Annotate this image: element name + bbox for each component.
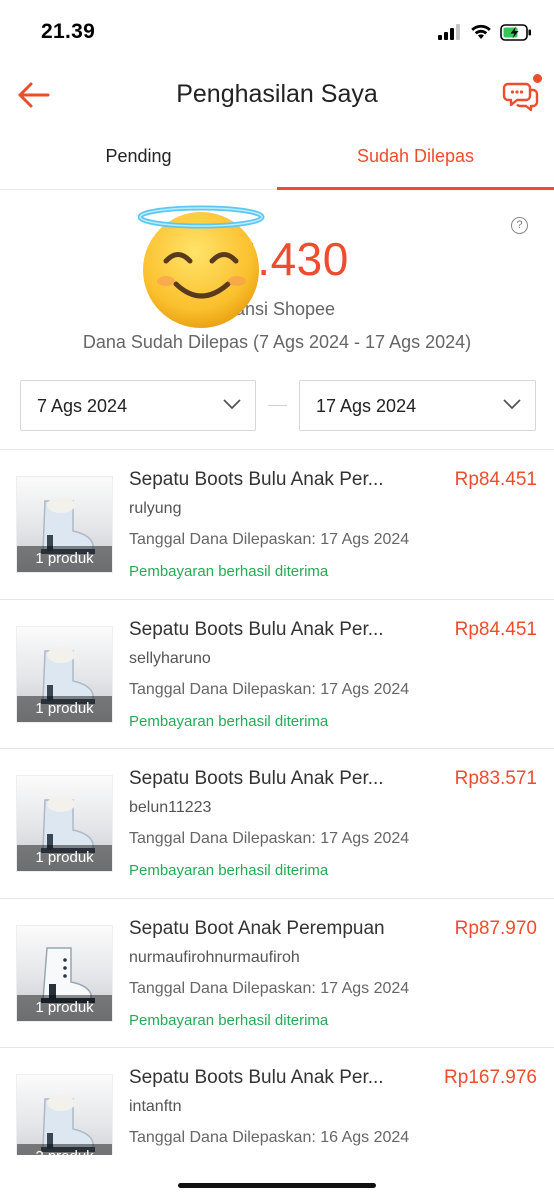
smiling-face-with-halo-emoji	[138, 205, 265, 328]
page-title: Penghasilan Saya	[176, 80, 378, 108]
product-thumbnail: 1 produk	[16, 625, 113, 723]
transaction-amount: Rp167.976	[444, 1067, 537, 1088]
product-thumbnail: 1 produk	[16, 924, 113, 1022]
battery-charging-icon	[500, 23, 531, 41]
payment-status: Pembayaran berhasil diterima	[129, 712, 329, 730]
wifi-icon	[471, 24, 491, 39]
start-date-select[interactable]: 7 Ags 2024	[20, 380, 256, 431]
home-indicator[interactable]	[178, 1183, 376, 1188]
end-date-select[interactable]: 17 Ags 2024	[299, 380, 536, 431]
release-date: Tanggal Dana Dilepaskan: 17 Ags 2024	[129, 531, 410, 548]
released-range-label: Dana Sudah Dilepas (7 Ags 2024 - 17 Ags …	[82, 332, 472, 352]
transaction-list: 1 produk Sepatu Boots Bulu Anak Per... R…	[0, 450, 554, 1198]
chevron-down-icon	[503, 399, 521, 410]
release-date: Tanggal Dana Dilepaskan: 17 Ags 2024	[129, 830, 410, 847]
product-title: Sepatu Boots Bulu Anak Per...	[129, 768, 384, 789]
product-title: Sepatu Boot Anak Perempuan	[129, 917, 385, 939]
transaction-amount: Rp83.571	[454, 768, 537, 789]
buyer-username: nurmaufirohnurmaufiroh	[129, 948, 300, 966]
transaction-row[interactable]: 1 produk Sepatu Boots Bulu Anak Per... R…	[0, 749, 554, 899]
start-date-value: 7 Ags 2024	[37, 396, 128, 416]
payment-status: Pembayaran berhasil diterima	[129, 862, 329, 879]
chat-button[interactable]	[500, 72, 544, 116]
tab-sudah-dilepas[interactable]: Sudah Dilepas	[277, 128, 554, 190]
transaction-amount: Rp84.451	[454, 618, 537, 640]
buyer-username: rulyung	[129, 500, 182, 517]
product-count: 1 produk	[17, 695, 112, 722]
bottom-safe-area	[0, 1155, 554, 1200]
product-thumbnail: 1 produk	[16, 775, 113, 872]
payment-status: Pembayaran berhasil diterima	[129, 1011, 329, 1029]
tab-bar: Pending Sudah Dilepas	[0, 128, 554, 190]
product-title: Sepatu Boots Bulu Anak Per...	[129, 618, 384, 640]
transaction-amount: Rp84.451	[454, 469, 537, 490]
payment-status: Pembayaran berhasil diterima	[129, 563, 329, 580]
status-bar: 21.39	[0, 0, 554, 62]
total-released-amount: 55.430	[205, 233, 349, 285]
date-range-separator	[268, 405, 287, 406]
tab-pending[interactable]: Pending	[0, 128, 277, 189]
transaction-amount: Rp87.970	[454, 917, 537, 939]
chevron-down-icon	[223, 399, 241, 410]
product-count: 1 produk	[17, 546, 112, 572]
release-date: Tanggal Dana Dilepaskan: 16 Ags 2024	[129, 1129, 410, 1146]
buyer-username: intanftn	[129, 1098, 182, 1115]
release-date: Tanggal Dana Dilepaskan: 17 Ags 2024	[129, 979, 410, 997]
status-time: 21.39	[41, 20, 96, 43]
buyer-username: belun11223	[129, 799, 212, 816]
release-date: Tanggal Dana Dilepaskan: 17 Ags 2024	[129, 680, 410, 698]
chat-notification-dot	[532, 73, 543, 84]
earnings-summary: ? 55.430 aransi Shopee Dana Sudah Dilepa…	[0, 190, 554, 450]
transaction-row[interactable]: 1 produk Sepatu Boots Bulu Anak Per... R…	[0, 600, 554, 749]
end-date-value: 17 Ags 2024	[316, 396, 417, 416]
product-count: 1 produk	[17, 994, 112, 1021]
product-title: Sepatu Boots Bulu Anak Per...	[129, 469, 384, 490]
transaction-row[interactable]: 1 produk Sepatu Boot Anak Perempuan Rp87…	[0, 899, 554, 1048]
buyer-username: sellyharuno	[129, 649, 211, 667]
cellular-signal-icon	[438, 24, 460, 40]
app-header: Penghasilan Saya	[0, 62, 554, 128]
product-count: 1 produk	[17, 845, 112, 871]
guarantee-label: aransi Shopee	[218, 299, 336, 319]
transaction-row[interactable]: 1 produk Sepatu Boots Bulu Anak Per... R…	[0, 450, 554, 600]
product-thumbnail: 1 produk	[16, 476, 113, 573]
product-title: Sepatu Boots Bulu Anak Per...	[129, 1067, 384, 1088]
status-icons	[438, 20, 532, 44]
